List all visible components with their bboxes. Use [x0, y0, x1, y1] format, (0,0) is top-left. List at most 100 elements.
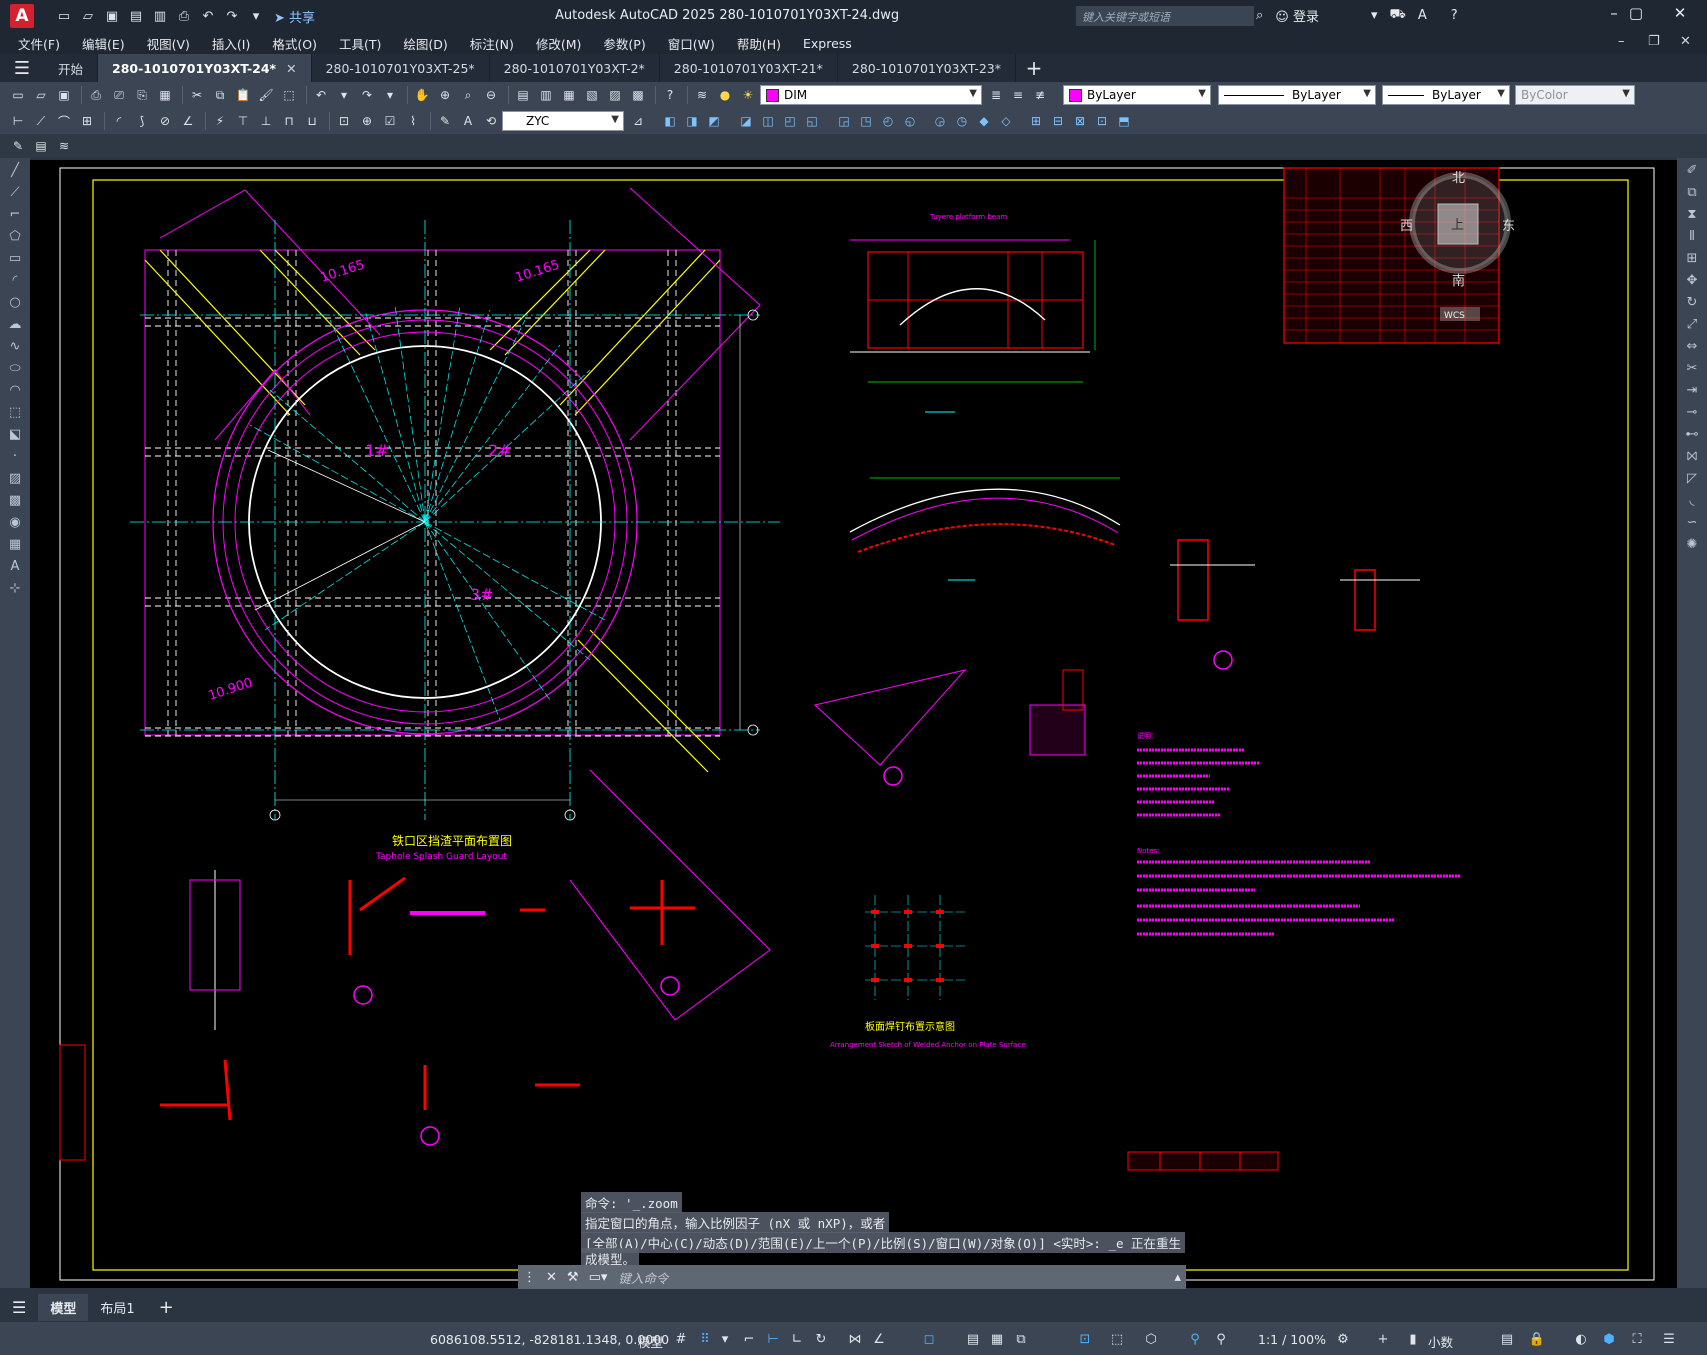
- trim-icon[interactable]: ✂: [1682, 358, 1702, 378]
- join-icon[interactable]: ⨝: [1682, 446, 1702, 466]
- union-icon[interactable]: ◶: [930, 111, 950, 131]
- doc-close-button[interactable]: ✕: [1680, 34, 1691, 49]
- loft-icon[interactable]: ◵: [900, 111, 920, 131]
- solid-cylinder-icon[interactable]: ◫: [758, 111, 778, 131]
- dim-diameter-icon[interactable]: ⊘: [155, 111, 175, 131]
- redo-icon[interactable]: ↷: [357, 85, 377, 105]
- line-icon[interactable]: ╱: [5, 160, 25, 180]
- circle-icon[interactable]: ○: [5, 292, 25, 312]
- layer-walk-icon[interactable]: ≢: [1030, 85, 1050, 105]
- doc-minimize-button[interactable]: –: [1618, 34, 1625, 49]
- subtract-icon[interactable]: ◷: [952, 111, 972, 131]
- publish-icon[interactable]: ▥: [152, 8, 168, 24]
- plotstyle-combo[interactable]: ByColor ▼: [1515, 85, 1635, 105]
- gradient-icon[interactable]: ▩: [5, 490, 25, 510]
- markup-icon[interactable]: ▨: [605, 85, 625, 105]
- dim-space-icon[interactable]: ⊓: [279, 111, 299, 131]
- infer-constraints-icon[interactable]: ⌐: [740, 1330, 758, 1348]
- slice-icon[interactable]: ◇: [996, 111, 1016, 131]
- dim-break-icon[interactable]: ⊔: [302, 111, 322, 131]
- ucs-face-icon[interactable]: ⊡: [1092, 111, 1112, 131]
- qnew-icon[interactable]: ▭: [8, 85, 28, 105]
- zoom-window-icon[interactable]: ⌕: [458, 85, 478, 105]
- search-input[interactable]: 键入关键字或短语: [1076, 6, 1254, 26]
- multiline-text-icon[interactable]: A: [5, 556, 25, 576]
- layout-menu-icon[interactable]: ☰: [0, 1294, 38, 1321]
- polar-tracking-icon[interactable]: ↻: [812, 1330, 830, 1348]
- linetype-combo[interactable]: ByLayer ▼: [1218, 85, 1376, 105]
- recent-commands-icon[interactable]: ▭▾: [589, 1270, 608, 1285]
- menu-file[interactable]: 文件(F): [18, 34, 60, 53]
- maximize-button[interactable]: ▢: [1622, 4, 1650, 22]
- properties-icon[interactable]: ▤: [513, 85, 533, 105]
- zoom-previous-icon[interactable]: ⊖: [481, 85, 501, 105]
- viewcube-west[interactable]: 西: [1400, 219, 1413, 234]
- menu-window[interactable]: 窗口(W): [668, 34, 715, 53]
- break-icon[interactable]: ⊷: [1682, 424, 1702, 444]
- array-icon[interactable]: ⊞: [1682, 248, 1702, 268]
- close-icon[interactable]: ✕: [546, 1270, 557, 1285]
- share-button[interactable]: ➤ 共享: [274, 7, 315, 26]
- table-icon[interactable]: ▦: [5, 534, 25, 554]
- transparency-icon[interactable]: ▦: [988, 1330, 1006, 1348]
- polyline-icon[interactable]: ⌐: [5, 204, 25, 224]
- isodraft-icon[interactable]: ⋈: [846, 1330, 864, 1348]
- sheet-icon[interactable]: ▤: [31, 136, 51, 156]
- color-combo[interactable]: ByLayer ▼: [1063, 85, 1211, 105]
- solid-sphere-icon[interactable]: ◪: [736, 111, 756, 131]
- revision-cloud-icon[interactable]: ☁: [5, 314, 25, 334]
- help-icon[interactable]: ?: [1451, 8, 1458, 23]
- tab-model[interactable]: 模型: [38, 1293, 89, 1321]
- dim-baseline-icon[interactable]: ⊤: [233, 111, 253, 131]
- isolate-objects-icon[interactable]: ◐: [1572, 1330, 1590, 1348]
- explode-icon[interactable]: ✺: [1682, 534, 1702, 554]
- add-layout-plus-icon[interactable]: +: [147, 1293, 186, 1322]
- block-editor-icon[interactable]: ⬚: [279, 85, 299, 105]
- cut-icon[interactable]: ✂: [187, 85, 207, 105]
- dim-text-edit-icon[interactable]: A: [458, 111, 478, 131]
- chamfer-icon[interactable]: ◸: [1682, 468, 1702, 488]
- login-dropdown-icon[interactable]: ▾: [1371, 8, 1378, 23]
- viewcube-east[interactable]: 东: [1502, 219, 1515, 234]
- ucs-icon[interactable]: ⊞: [1026, 111, 1046, 131]
- layer-tools-icon[interactable]: ≋: [54, 136, 74, 156]
- insert-block-icon[interactable]: ⬚: [5, 402, 25, 422]
- coordinates-readout[interactable]: 6086108.5512, -828181.1348, 0.0000: [430, 1332, 669, 1347]
- selection-cycling-icon[interactable]: ⧉: [1012, 1330, 1030, 1348]
- auto-scale-icon[interactable]: ⚲: [1212, 1330, 1230, 1348]
- sweep-icon[interactable]: ◴: [878, 111, 898, 131]
- annotation-visibility-icon[interactable]: ⚲: [1186, 1330, 1204, 1348]
- menu-modify[interactable]: 修改(M): [536, 34, 582, 53]
- menu-view[interactable]: 视图(V): [147, 34, 190, 53]
- sheet-set-icon[interactable]: ▧: [582, 85, 602, 105]
- lineweight-combo[interactable]: ByLayer ▼: [1382, 85, 1510, 105]
- match-properties-icon[interactable]: 🖌: [256, 85, 276, 105]
- add-selected-icon[interactable]: ⊹: [5, 578, 25, 598]
- tab-close-icon[interactable]: ✕: [286, 61, 296, 76]
- dim-linear-icon[interactable]: ⊢: [8, 111, 28, 131]
- dynamic-input-icon[interactable]: ⊢: [764, 1330, 782, 1348]
- ellipse-icon[interactable]: ⬭: [5, 358, 25, 378]
- intersect-icon[interactable]: ◆: [974, 111, 994, 131]
- center-mark-icon[interactable]: ⊕: [357, 111, 377, 131]
- preview-icon[interactable]: ⎚: [109, 85, 129, 105]
- autodesk-a-icon[interactable]: A: [1418, 8, 1427, 23]
- dim-aligned-icon[interactable]: ⟋: [31, 111, 51, 131]
- dim-angular-icon[interactable]: ∠: [178, 111, 198, 131]
- solid-torus-icon[interactable]: ◰: [780, 111, 800, 131]
- break-point-icon[interactable]: ⊸: [1682, 402, 1702, 422]
- inspect-icon[interactable]: ☑: [380, 111, 400, 131]
- doc-restore-button[interactable]: ❐: [1648, 34, 1660, 49]
- arc-icon[interactable]: ◜: [5, 270, 25, 290]
- solid-wedge-icon[interactable]: ◨: [682, 111, 702, 131]
- tab-drawing-21[interactable]: 280-1010701Y03XT-21*: [660, 54, 838, 82]
- solid-pyramid-icon[interactable]: ◱: [802, 111, 822, 131]
- tab-start[interactable]: 开始: [44, 54, 99, 82]
- autocad-logo-icon[interactable]: A: [10, 4, 34, 28]
- construction-line-icon[interactable]: ⟋: [5, 182, 25, 202]
- open-icon[interactable]: ▱: [31, 85, 51, 105]
- save-icon[interactable]: ▣: [54, 85, 74, 105]
- menu-format[interactable]: 格式(O): [272, 34, 317, 53]
- text-edit-icon[interactable]: ✎: [8, 136, 28, 156]
- tab-drawing-24[interactable]: 280-1010701Y03XT-24* ✕: [98, 54, 312, 82]
